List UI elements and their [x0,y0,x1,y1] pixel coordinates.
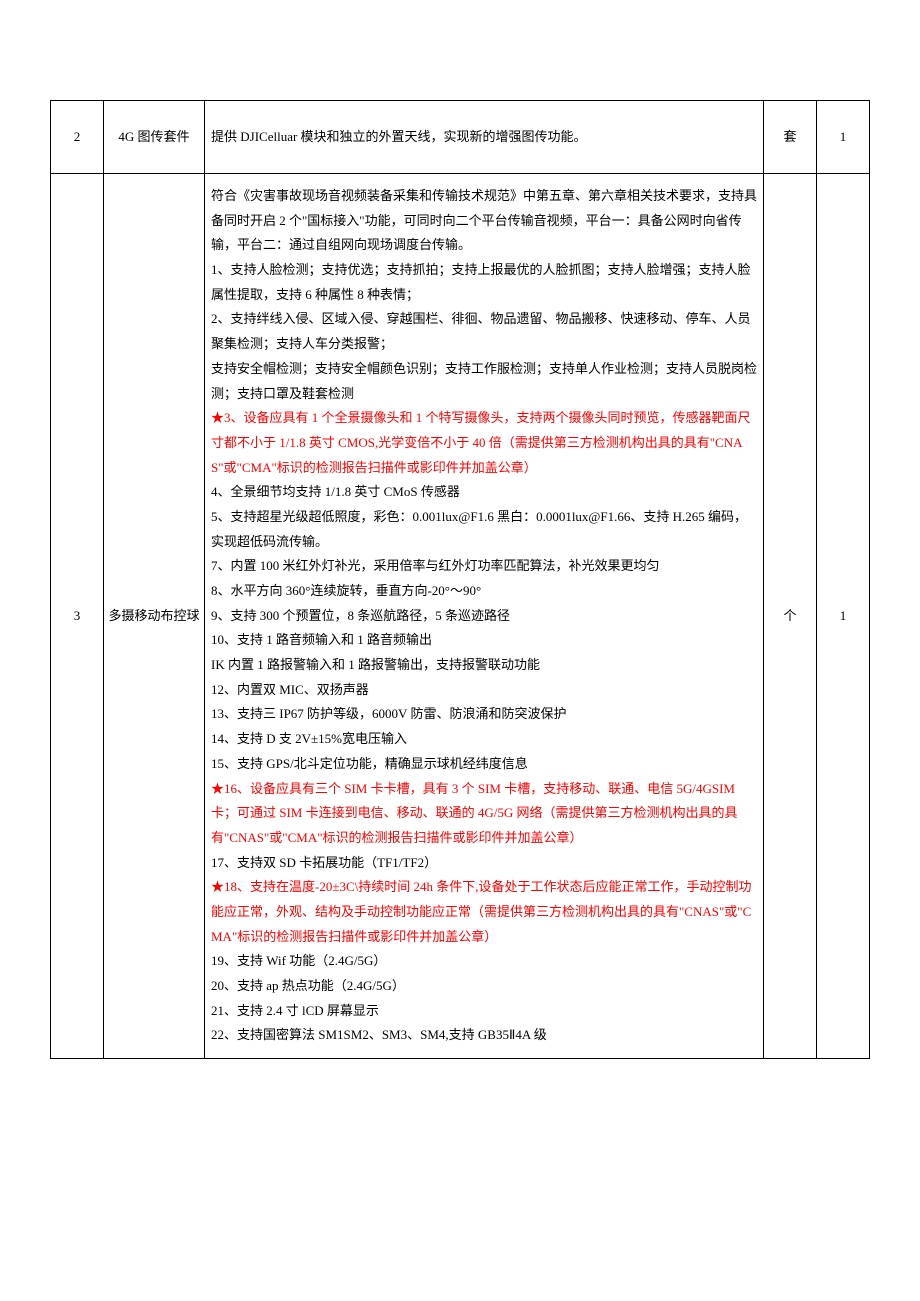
desc-line: 12、内置双 MIC、双扬声器 [211,678,757,703]
desc-line: 2、支持绊线入侵、区域入侵、穿越围栏、徘徊、物品遗留、物品搬移、快速移动、停车、… [211,307,757,356]
desc-line: 19、支持 Wif 功能（2.4G/5G） [211,949,757,974]
desc-text: 提供 DJICelluar 模块和独立的外置天线，实现新的增强图传功能。 [209,121,759,154]
table-row: 2 4G 图传套件 提供 DJICelluar 模块和独立的外置天线，实现新的增… [51,101,870,174]
cell-description: 提供 DJICelluar 模块和独立的外置天线，实现新的增强图传功能。 [205,101,764,174]
desc-line-highlight: ★3、设备应具有 1 个全景摄像头和 1 个特写摄像头，支持两个摄像头同时预览，… [211,406,757,480]
desc-text: 符合《灾害事故现场音视频装备采集和传输技术规范》中第五章、第六章相关技术要求，支… [209,180,759,1052]
cell-number: 3 [51,174,104,1059]
desc-line-highlight: ★18、支持在温度-20±3C\持续时间 24h 条件下,设备处于工作状态后应能… [211,875,757,949]
table-row: 3 多摄移动布控球 符合《灾害事故现场音视频装备采集和传输技术规范》中第五章、第… [51,174,870,1059]
cell-unit: 套 [764,101,817,174]
cell-qty: 1 [817,101,870,174]
desc-line: 22、支持国密算法 SM1SM2、SM3、SM4,支持 GB35Ⅱ4A 级 [211,1023,757,1048]
cell-number: 2 [51,101,104,174]
cell-name: 4G 图传套件 [104,101,205,174]
desc-line: 13、支持三 IP67 防护等级，6000V 防雷、防浪涌和防突波保护 [211,702,757,727]
desc-line: 20、支持 ap 热点功能（2.4G/5G） [211,974,757,999]
desc-line: 7、内置 100 米红外灯补光，采用倍率与红外灯功率匹配算法，补光效果更均匀 [211,554,757,579]
desc-line: 1、支持人脸检测；支持优选；支持抓拍；支持上报最优的人脸抓图；支持人脸增强；支持… [211,258,757,307]
cell-unit: 个 [764,174,817,1059]
desc-line: 9、支持 300 个预置位，8 条巡航路径，5 条巡迹路径 [211,604,757,629]
desc-line: 15、支持 GPS/北斗定位功能，精确显示球机经纬度信息 [211,752,757,777]
desc-line: 8、水平方向 360°连续旋转，垂直方向-20°～90° [211,579,757,604]
desc-line: 4、全景细节均支持 1/1.8 英寸 CMoS 传感器 [211,480,757,505]
desc-line-highlight: ★16、设备应具有三个 SIM 卡卡槽，具有 3 个 SIM 卡槽，支持移动、联… [211,777,757,851]
cell-qty: 1 [817,174,870,1059]
desc-line: 支持安全帽检测；支持安全帽颜色识别；支持工作服检测；支持单人作业检测；支持人员脱… [211,357,757,406]
document-page: 2 4G 图传套件 提供 DJICelluar 模块和独立的外置天线，实现新的增… [0,0,920,1079]
desc-line: 5、支持超星光级超低照度，彩色：0.001lux@F1.6 黑白：0.0001l… [211,505,757,554]
desc-line: 10、支持 1 路音频输入和 1 路音频输出 [211,628,757,653]
desc-line: 17、支持双 SD 卡拓展功能（TF1/TF2） [211,851,757,876]
desc-line: 14、支持 D 支 2V±15%宽电压输入 [211,727,757,752]
spec-table: 2 4G 图传套件 提供 DJICelluar 模块和独立的外置天线，实现新的增… [50,100,870,1059]
desc-line: IK 内置 1 路报警输入和 1 路报警输出，支持报警联动功能 [211,653,757,678]
desc-line: 21、支持 2.4 寸 lCD 屏幕显示 [211,999,757,1024]
cell-name: 多摄移动布控球 [104,174,205,1059]
desc-line: 符合《灾害事故现场音视频装备采集和传输技术规范》中第五章、第六章相关技术要求，支… [211,184,757,258]
cell-description: 符合《灾害事故现场音视频装备采集和传输技术规范》中第五章、第六章相关技术要求，支… [205,174,764,1059]
